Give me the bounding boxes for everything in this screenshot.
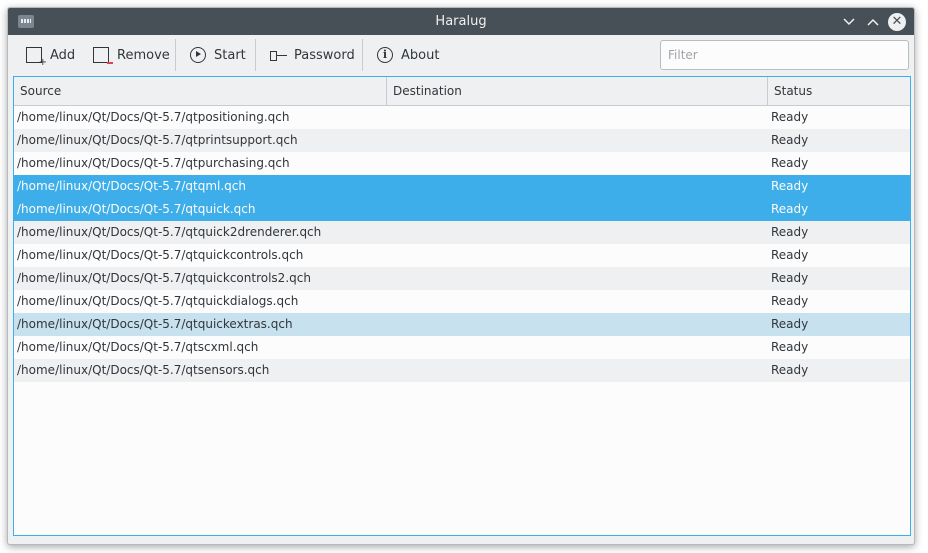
toolbar: Add Remove Start Password i About — [8, 35, 914, 75]
destination-cell — [390, 175, 766, 198]
source-cell: /home/linux/Qt/Docs/Qt-5.7/qtquick.qch — [17, 202, 256, 216]
table-header: Source Destination Status — [14, 77, 910, 106]
chevron-up-icon — [867, 18, 879, 26]
status-cell: Ready — [771, 110, 809, 124]
status-cell: Ready — [771, 248, 809, 262]
source-cell: /home/linux/Qt/Docs/Qt-5.7/qtquickdialog… — [17, 294, 299, 308]
status-cell: Ready — [771, 340, 809, 354]
remove-document-icon — [93, 47, 113, 64]
table-row[interactable]: /home/linux/Qt/Docs/Qt-5.7/qtscxml.qch Re… — [14, 336, 910, 359]
add-button-label: Add — [50, 47, 76, 63]
maximize-button[interactable] — [863, 12, 883, 32]
table-row[interactable]: /home/linux/Qt/Docs/Qt-5.7/qtquick2drend… — [14, 221, 910, 244]
start-button-label: Start — [214, 47, 246, 63]
status-cell: Ready — [771, 271, 809, 285]
table-row[interactable]: /home/linux/Qt/Docs/Qt-5.7/qtpositioning… — [14, 106, 910, 129]
password-button-label: Password — [294, 47, 355, 63]
main-window: Haralug ✕ Add Remove Start Password — [7, 7, 915, 545]
status-cell: Ready — [771, 225, 809, 239]
table-row[interactable]: /home/linux/Qt/Docs/Qt-5.7/qtquickextras… — [14, 313, 910, 336]
start-button[interactable]: Start — [190, 42, 246, 68]
add-document-icon — [26, 47, 47, 68]
destination-cell — [390, 129, 766, 152]
info-icon: i — [377, 47, 393, 63]
destination-cell — [390, 221, 766, 244]
chevron-down-icon — [843, 18, 855, 26]
table-body: /home/linux/Qt/Docs/Qt-5.7/qtpositioning… — [14, 106, 910, 382]
destination-cell — [390, 106, 766, 129]
status-cell: Ready — [771, 156, 809, 170]
status-cell: Ready — [771, 317, 809, 331]
source-cell: /home/linux/Qt/Docs/Qt-5.7/qtsensors.qch — [17, 363, 270, 377]
remove-button-label: Remove — [117, 47, 170, 63]
source-cell: /home/linux/Qt/Docs/Qt-5.7/qtquickextras… — [17, 317, 293, 331]
minimize-button[interactable] — [839, 12, 859, 32]
source-cell: /home/linux/Qt/Docs/Qt-5.7/qtprintsuppor… — [17, 133, 298, 147]
destination-cell — [390, 313, 766, 336]
column-header-source[interactable]: Source — [14, 77, 387, 105]
play-circle-icon — [190, 47, 206, 63]
source-cell: /home/linux/Qt/Docs/Qt-5.7/qtpositioning… — [17, 110, 290, 124]
source-cell: /home/linux/Qt/Docs/Qt-5.7/qtscxml.qch — [17, 340, 259, 354]
status-cell: Ready — [771, 363, 809, 377]
key-icon — [270, 47, 287, 63]
about-button-label: About — [401, 47, 440, 63]
window-title: Haralug — [435, 14, 487, 29]
status-cell: Ready — [771, 294, 809, 308]
file-table[interactable]: Source Destination Status /home/linux/Qt… — [13, 76, 911, 536]
destination-cell — [390, 198, 766, 221]
source-cell: /home/linux/Qt/Docs/Qt-5.7/qtquickcontro… — [17, 248, 304, 262]
remove-button[interactable]: Remove — [93, 42, 170, 68]
table-row[interactable]: /home/linux/Qt/Docs/Qt-5.7/qtsensors.qch… — [14, 359, 910, 382]
password-button[interactable]: Password — [270, 42, 355, 68]
status-cell: Ready — [771, 133, 809, 147]
destination-cell — [390, 336, 766, 359]
table-row[interactable]: /home/linux/Qt/Docs/Qt-5.7/qtqml.qch Read… — [14, 175, 910, 198]
table-row[interactable]: /home/linux/Qt/Docs/Qt-5.7/qtquickcontro… — [14, 267, 910, 290]
source-cell: /home/linux/Qt/Docs/Qt-5.7/qtpurchasing.… — [17, 156, 290, 170]
destination-cell — [390, 290, 766, 313]
destination-cell — [390, 359, 766, 382]
close-icon: ✕ — [891, 14, 903, 29]
table-row[interactable]: /home/linux/Qt/Docs/Qt-5.7/qtprintsuppor… — [14, 129, 910, 152]
source-cell: /home/linux/Qt/Docs/Qt-5.7/qtquickcontro… — [17, 271, 311, 285]
source-cell: /home/linux/Qt/Docs/Qt-5.7/qtqml.qch — [17, 179, 247, 193]
toolbar-separator — [175, 39, 176, 71]
title-bar[interactable]: Haralug ✕ — [8, 8, 914, 35]
column-header-status[interactable]: Status — [768, 77, 910, 105]
add-button[interactable]: Add — [26, 42, 75, 68]
table-row[interactable]: /home/linux/Qt/Docs/Qt-5.7/qtquickdialog… — [14, 290, 910, 313]
destination-cell — [390, 152, 766, 175]
destination-cell — [390, 244, 766, 267]
table-row[interactable]: /home/linux/Qt/Docs/Qt-5.7/qtpurchasing.… — [14, 152, 910, 175]
toolbar-separator — [255, 39, 256, 71]
filter-input[interactable] — [660, 40, 909, 70]
status-cell: Ready — [771, 202, 809, 216]
status-cell: Ready — [771, 179, 809, 193]
about-button[interactable]: i About — [377, 42, 439, 68]
toolbar-separator — [362, 39, 363, 71]
table-row[interactable]: /home/linux/Qt/Docs/Qt-5.7/qtquickcontro… — [14, 244, 910, 267]
close-button[interactable]: ✕ — [888, 13, 906, 31]
source-cell: /home/linux/Qt/Docs/Qt-5.7/qtquick2drend… — [17, 225, 322, 239]
column-header-destination[interactable]: Destination — [387, 77, 768, 105]
table-row[interactable]: /home/linux/Qt/Docs/Qt-5.7/qtquick.qch Re… — [14, 198, 910, 221]
destination-cell — [390, 267, 766, 290]
